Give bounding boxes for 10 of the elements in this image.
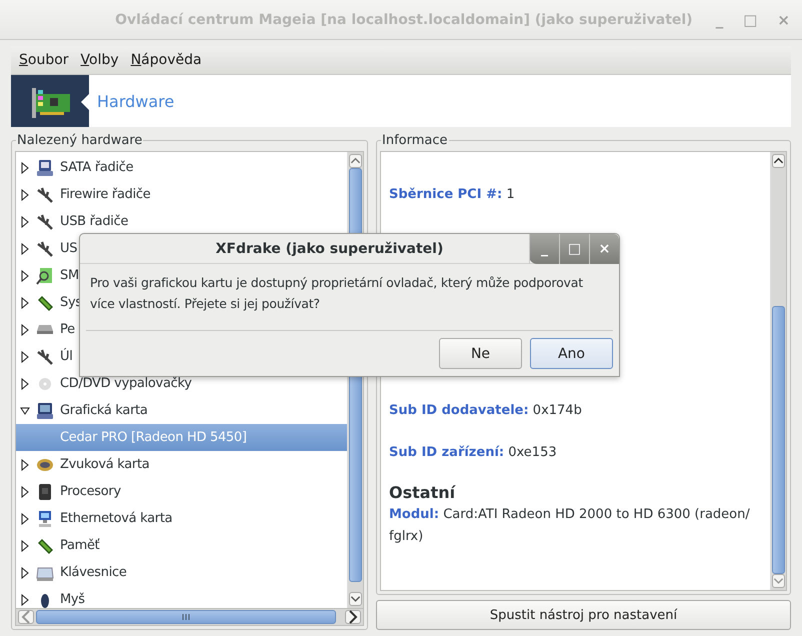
info-field: Sub ID zařízení: 0xe153 [389,443,762,463]
panel-title: Nalezený hardware [16,133,144,148]
info-field: Modul: Card:ATI Radeon HD 2000 to HD 6300 (radeon/ fglrx) [389,504,762,548]
info-field: Sběrnice PCI #: 1 [389,185,762,205]
dialog-title: XFdrake (jako superuživatel) [214,240,444,256]
section-title: Hardware [97,92,174,110]
window-title: Ovládací centrum Mageia [na localhost.localdomain] (jako superuživatel) [114,12,694,28]
section-heading: Ostatní [389,483,457,502]
dialog-message: Pro vaši grafickou kartu je dostupný proprietární ovladač, který může podporovat více vlastností. Přejete si jej používat? [89,274,584,313]
info-field: Sub ID dodavatele: 0x174b [389,401,762,421]
